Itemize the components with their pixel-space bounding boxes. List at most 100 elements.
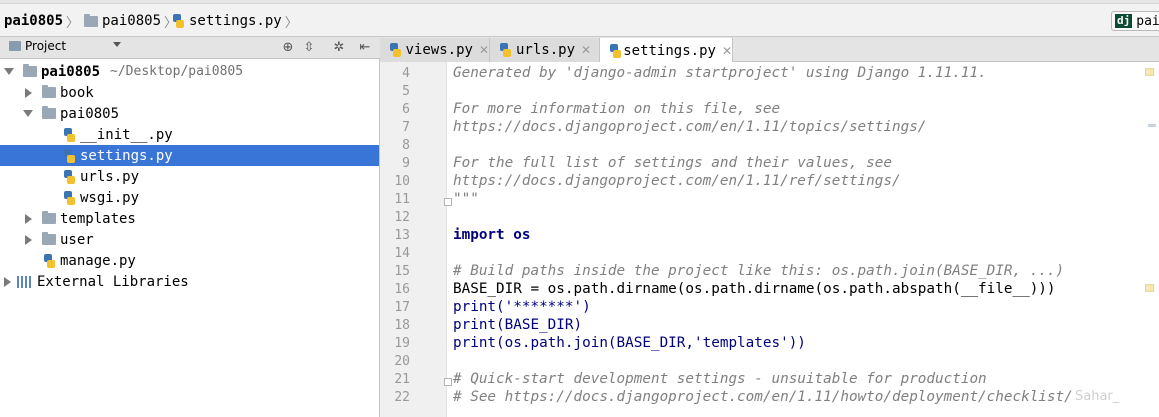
tab-settings-py[interactable]: settings.py ✕ bbox=[600, 38, 733, 63]
line-number: 20 bbox=[394, 354, 410, 369]
tree-item-label: urls.py bbox=[80, 168, 140, 185]
code-line: # See https://docs.djangoproject.com/en/… bbox=[453, 389, 1073, 405]
close-icon[interactable]: ✕ bbox=[479, 43, 489, 57]
tree-item-init-py[interactable]: __init__.py bbox=[0, 124, 379, 145]
tree-item-templates[interactable]: templates bbox=[0, 208, 379, 229]
project-tree: pai0805 ~/Desktop/pai0805 book pai0805 _… bbox=[0, 59, 380, 417]
run-configuration-label: pai bbox=[1136, 13, 1159, 29]
menu-strip bbox=[0, 0, 1159, 4]
close-icon[interactable]: ✕ bbox=[581, 43, 591, 57]
fold-marker-icon[interactable] bbox=[444, 198, 452, 206]
gear-icon[interactable]: ✲ bbox=[331, 40, 347, 56]
line-number: 11 bbox=[394, 192, 410, 207]
line-number: 6 bbox=[402, 102, 410, 117]
folder-icon bbox=[42, 85, 56, 98]
code-line: print(BASE_DIR) bbox=[453, 317, 583, 333]
breadcrumb-package[interactable]: pai0805 〉 bbox=[84, 11, 177, 31]
tab-urls-py[interactable]: urls.py ✕ bbox=[490, 38, 600, 62]
tree-item-manage-py[interactable]: manage.py bbox=[0, 250, 379, 271]
navigation-bar: pai0805 〉 pai0805 〉 settings.py 〉 dj pai bbox=[0, 0, 1159, 37]
line-number: 9 bbox=[402, 156, 410, 171]
folder-icon bbox=[23, 64, 37, 77]
code-line: # Build paths inside the project like th… bbox=[453, 263, 1065, 279]
collapse-arrow-icon[interactable] bbox=[25, 234, 32, 245]
tree-item-label: External Libraries bbox=[37, 273, 189, 290]
line-number: 22 bbox=[394, 390, 410, 405]
folder-icon bbox=[84, 13, 98, 27]
collapse-arrow-icon[interactable] bbox=[4, 276, 11, 287]
breadcrumb-file[interactable]: settings.py 〉 bbox=[172, 11, 298, 31]
line-number: 4 bbox=[402, 66, 410, 81]
warning-stripe-marker[interactable] bbox=[1145, 68, 1154, 76]
tree-item-urls-py[interactable]: urls.py bbox=[0, 166, 379, 187]
tab-label: views.py bbox=[405, 42, 473, 58]
watermark: Sahar_ bbox=[1075, 389, 1120, 404]
code-line: # Quick-start development settings - uns… bbox=[453, 371, 987, 387]
chevron-right-icon: 〉 bbox=[284, 15, 298, 31]
line-number: 7 bbox=[402, 120, 410, 135]
tab-label: settings.py bbox=[623, 42, 716, 59]
tree-item-pai0805-package[interactable]: pai0805 bbox=[0, 103, 379, 124]
line-number: 17 bbox=[394, 300, 410, 315]
python-file-icon bbox=[63, 190, 76, 205]
expand-arrow-icon[interactable] bbox=[23, 110, 33, 117]
fold-marker-icon[interactable] bbox=[444, 378, 452, 386]
breadcrumb-package-label: pai0805 bbox=[102, 13, 162, 29]
tab-views-py[interactable]: views.py ✕ bbox=[380, 38, 490, 62]
locate-file-icon[interactable]: ⊕ bbox=[280, 40, 296, 56]
line-number: 8 bbox=[402, 138, 410, 153]
collapse-all-icon[interactable]: ⇳ bbox=[301, 40, 317, 56]
code-line: print('*******') bbox=[453, 299, 591, 315]
tree-item-book[interactable]: book bbox=[0, 82, 379, 103]
close-icon[interactable]: ✕ bbox=[722, 44, 732, 58]
code-editor[interactable]: 4 5 6 7 8 9 10 11 12 13 14 15 16 17 18 1… bbox=[380, 62, 1159, 417]
line-number: 16 bbox=[394, 282, 410, 297]
breadcrumb-file-label: settings.py bbox=[189, 13, 282, 29]
tree-item-label: user bbox=[60, 231, 94, 248]
tab-label: urls.py bbox=[516, 42, 576, 58]
code-line: https://docs.djangoproject.com/en/1.11/t… bbox=[453, 119, 927, 135]
tree-item-label: pai0805 bbox=[41, 63, 101, 80]
scrollbar-marker[interactable] bbox=[1148, 124, 1156, 127]
tree-item-user[interactable]: user bbox=[0, 229, 379, 250]
python-file-icon bbox=[609, 43, 622, 58]
tree-item-external-libraries[interactable]: External Libraries bbox=[0, 271, 379, 292]
line-number: 18 bbox=[394, 318, 410, 333]
project-panel-title: Project bbox=[25, 39, 67, 53]
collapse-arrow-icon[interactable] bbox=[25, 213, 32, 224]
expand-arrow-icon[interactable] bbox=[4, 68, 14, 75]
django-icon: dj bbox=[1115, 14, 1133, 28]
warning-stripe-marker[interactable] bbox=[1145, 284, 1154, 292]
tree-item-settings-py[interactable]: settings.py bbox=[0, 145, 379, 166]
breadcrumb-project-label: pai0805 bbox=[4, 13, 64, 29]
code-line: For the full list of settings and their … bbox=[453, 155, 892, 171]
tree-item-label: __init__.py bbox=[80, 126, 173, 143]
tree-item-label: wsgi.py bbox=[80, 189, 140, 206]
tree-item-label: settings.py bbox=[80, 147, 173, 164]
python-file-icon bbox=[389, 43, 402, 57]
editor-tab-bar: views.py ✕ urls.py ✕ settings.py ✕ bbox=[380, 37, 1159, 63]
breadcrumb-project[interactable]: pai0805 〉 bbox=[4, 11, 79, 31]
hide-panel-icon[interactable]: ⇤ bbox=[357, 40, 373, 56]
project-panel-header: Project ⊕ ⇳ ✲ ⇤ bbox=[0, 37, 380, 59]
library-icon bbox=[17, 275, 32, 288]
run-configuration-button[interactable]: dj pai bbox=[1111, 11, 1159, 31]
tree-item-wsgi-py[interactable]: wsgi.py bbox=[0, 187, 379, 208]
project-icon bbox=[9, 41, 21, 51]
tree-item-project-root[interactable]: pai0805 ~/Desktop/pai0805 bbox=[0, 61, 379, 82]
collapse-arrow-icon[interactable] bbox=[25, 87, 32, 98]
line-number: 15 bbox=[394, 264, 410, 279]
python-file-icon bbox=[63, 148, 76, 163]
line-number-gutter: 4 5 6 7 8 9 10 11 12 13 14 15 16 17 18 1… bbox=[380, 62, 447, 417]
line-number: 10 bbox=[394, 174, 410, 189]
python-file-icon bbox=[499, 43, 512, 57]
project-view-selector[interactable]: Project bbox=[9, 39, 66, 53]
chevron-down-icon[interactable] bbox=[113, 42, 121, 47]
line-number: 5 bbox=[402, 84, 410, 99]
code-line: For more information on this file, see bbox=[453, 101, 781, 117]
python-file-icon bbox=[63, 127, 76, 142]
code-line: BASE_DIR = os.path.dirname(os.path.dirna… bbox=[453, 281, 1056, 297]
line-number: 12 bbox=[394, 210, 410, 225]
line-number: 13 bbox=[394, 228, 410, 243]
code-line: Generated by 'django-admin startproject'… bbox=[453, 65, 987, 81]
